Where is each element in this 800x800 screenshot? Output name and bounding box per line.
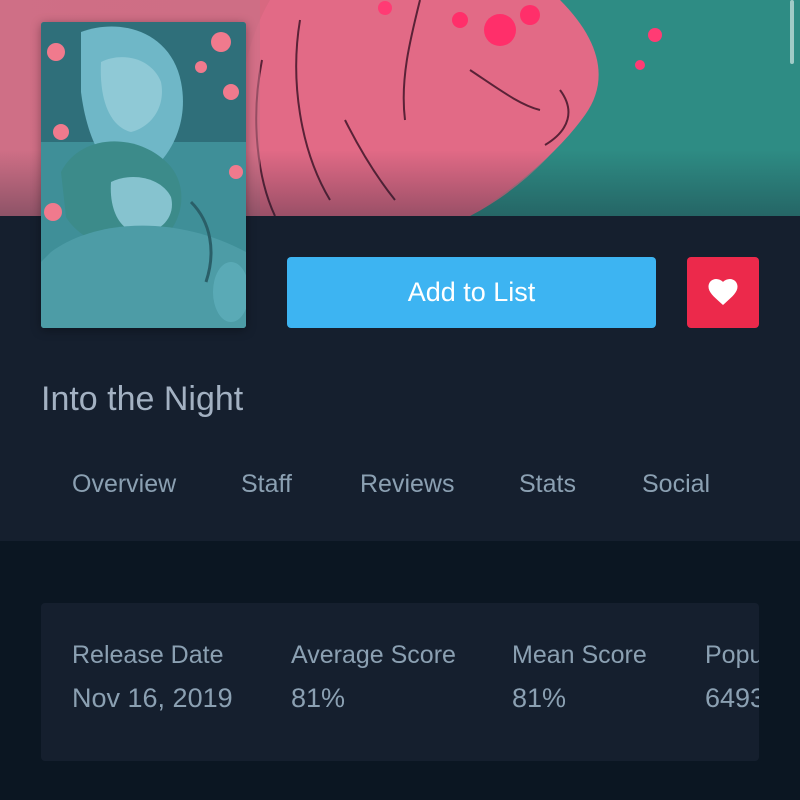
tab-overview[interactable]: Overview (72, 470, 176, 499)
tab-bar: Overview Staff Reviews Stats Social (0, 470, 800, 520)
cover-image (41, 22, 246, 328)
tab-reviews[interactable]: Reviews (360, 470, 454, 499)
stat-popularity: Popu 6493 (705, 641, 759, 714)
scrollbar-thumb[interactable] (790, 0, 794, 64)
heart-icon (708, 279, 738, 305)
stat-value: 81% (291, 683, 346, 713)
tab-stats[interactable]: Stats (519, 470, 576, 499)
favourite-button[interactable] (687, 257, 759, 328)
stat-label: Release Date (72, 641, 224, 669)
stats-card: Release Date Nov 16, 2019 Average Score … (41, 603, 759, 761)
stat-value: Nov 16, 2019 (72, 683, 233, 713)
stat-value: 6493 (705, 683, 759, 713)
stat-average-score: Average Score 81% (291, 641, 456, 714)
tab-staff[interactable]: Staff (241, 470, 292, 499)
add-to-list-button[interactable]: Add to List (287, 257, 656, 328)
stat-value: 81% (512, 683, 567, 713)
stat-label: Mean Score (512, 641, 647, 669)
cover-artwork (41, 22, 246, 328)
stat-label: Average Score (291, 641, 456, 669)
media-title: Into the Night (41, 380, 244, 418)
stat-mean-score: Mean Score 81% (512, 641, 647, 714)
stat-release-date: Release Date Nov 16, 2019 (72, 641, 233, 714)
tab-social[interactable]: Social (642, 470, 710, 499)
stat-label: Popu (705, 641, 759, 669)
